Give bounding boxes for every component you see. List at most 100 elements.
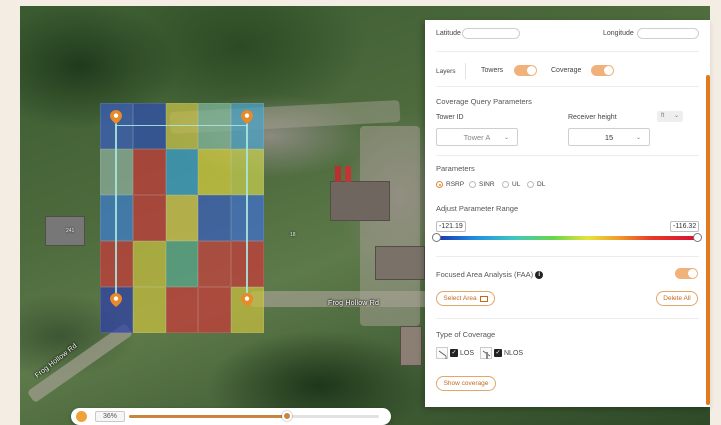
divider bbox=[436, 155, 699, 156]
longitude-label: Longitude bbox=[603, 30, 634, 37]
range-min-value[interactable]: -121.19 bbox=[436, 221, 466, 232]
app-stage: Frog Hollow Rd Frog Hollow Rd 241 18 36%… bbox=[0, 0, 721, 425]
opacity-slider-fill bbox=[129, 415, 287, 418]
coverage-toggle[interactable] bbox=[591, 65, 614, 76]
grid-cell[interactable] bbox=[198, 103, 232, 149]
nlos-label: NLOS bbox=[504, 349, 524, 357]
faa-toggle[interactable] bbox=[675, 268, 698, 279]
grid-cell[interactable] bbox=[165, 241, 199, 287]
grid-cell[interactable] bbox=[198, 149, 232, 195]
tower-pin-icon[interactable] bbox=[241, 110, 253, 124]
opacity-value[interactable]: 36% bbox=[95, 411, 125, 422]
opacity-control: 36% bbox=[71, 408, 391, 425]
radio-sinr-label: SINR bbox=[479, 181, 495, 188]
select-area-button[interactable]: Select Area bbox=[436, 291, 495, 306]
grid-cell[interactable] bbox=[198, 241, 232, 287]
receiver-height-select[interactable]: 15 ⌄ bbox=[568, 128, 650, 146]
range-max-knob[interactable] bbox=[693, 233, 702, 242]
grid-cell[interactable] bbox=[132, 149, 166, 195]
coverage-panel: Latitude Longitude Layers Towers Coverag… bbox=[425, 20, 710, 407]
grid-cell[interactable] bbox=[198, 195, 232, 241]
focus-boundary-right bbox=[246, 119, 248, 299]
parcel-label-2: 18 bbox=[290, 232, 296, 238]
grid-cell[interactable] bbox=[132, 103, 166, 149]
nlos-icon bbox=[480, 347, 492, 359]
tower-pin-icon[interactable] bbox=[241, 293, 253, 307]
divider bbox=[436, 51, 699, 52]
rectangle-icon bbox=[479, 295, 488, 302]
parcel-label: 241 bbox=[66, 228, 75, 234]
adjust-range-title: Adjust Parameter Range bbox=[436, 204, 519, 213]
grid-cell[interactable] bbox=[132, 287, 166, 333]
towers-label: Towers bbox=[481, 67, 504, 74]
focus-boundary-top bbox=[115, 125, 248, 126]
tower-pin-icon[interactable] bbox=[110, 110, 122, 124]
chevron-down-icon: ⌄ bbox=[673, 113, 679, 119]
select-area-label: Select Area bbox=[443, 295, 477, 302]
grid-cell[interactable] bbox=[165, 195, 199, 241]
range-min-knob[interactable] bbox=[432, 233, 441, 242]
nlos-option[interactable]: ✓ NLOS bbox=[480, 347, 523, 359]
red-vehicle bbox=[335, 166, 341, 182]
radio-ul-label: UL bbox=[512, 181, 521, 188]
shed-roof bbox=[45, 216, 85, 246]
panel-scrollbar[interactable] bbox=[706, 75, 710, 405]
range-max-value[interactable]: -116.32 bbox=[670, 221, 700, 232]
delete-all-button[interactable]: Delete All bbox=[656, 291, 698, 306]
tower-id-select[interactable]: Tower A ⌄ bbox=[436, 128, 518, 146]
grid-cell[interactable] bbox=[198, 287, 232, 333]
radio-rsrp[interactable] bbox=[436, 181, 443, 188]
coverage-grid[interactable] bbox=[100, 103, 264, 333]
latitude-input[interactable] bbox=[462, 28, 520, 39]
outbuilding bbox=[400, 326, 422, 366]
frog-hollow-road-west bbox=[26, 322, 134, 404]
radio-sinr[interactable] bbox=[469, 181, 476, 188]
red-vehicle-2 bbox=[345, 166, 351, 182]
layers-label: Layers bbox=[436, 68, 456, 75]
coverage-label: Coverage bbox=[551, 67, 582, 74]
info-icon[interactable]: i bbox=[535, 271, 544, 280]
focus-boundary-left bbox=[115, 119, 117, 299]
chevron-down-icon: ⌄ bbox=[635, 135, 641, 141]
tower-id-label: Tower ID bbox=[436, 114, 464, 121]
show-coverage-label: Show coverage bbox=[443, 380, 489, 387]
longitude-input[interactable] bbox=[637, 28, 699, 39]
divider bbox=[436, 86, 699, 87]
parameters-title: Parameters bbox=[436, 164, 475, 173]
opacity-slider-track[interactable] bbox=[129, 411, 379, 421]
divider bbox=[436, 318, 699, 319]
radio-ul[interactable] bbox=[502, 181, 509, 188]
towers-toggle[interactable] bbox=[514, 65, 537, 76]
receiver-height-label: Receiver height bbox=[568, 114, 617, 121]
faa-label: Focused Area Analysis (FAA) i bbox=[436, 270, 544, 280]
delete-all-label: Delete All bbox=[663, 295, 691, 302]
receiver-unit-value: ft bbox=[661, 113, 665, 119]
tower-pin-icon[interactable] bbox=[110, 293, 122, 307]
receiver-height-value: 15 bbox=[604, 132, 614, 142]
radio-rsrp-label: RSRP bbox=[446, 181, 465, 188]
faa-label-text: Focused Area Analysis (FAA) bbox=[436, 270, 534, 279]
type-coverage-title: Type of Coverage bbox=[436, 330, 496, 339]
road-label: Frog Hollow Rd bbox=[328, 300, 380, 307]
grid-cell[interactable] bbox=[165, 287, 199, 333]
receiver-unit-select[interactable]: ft ⌄ bbox=[657, 111, 683, 122]
los-option[interactable]: ✓ LOS bbox=[436, 347, 474, 359]
nlos-checkbox[interactable]: ✓ bbox=[494, 349, 502, 357]
query-title: Coverage Query Parameters bbox=[436, 97, 532, 106]
divider bbox=[436, 256, 699, 257]
grid-cell[interactable] bbox=[165, 149, 199, 195]
range-gradient-bar[interactable] bbox=[436, 236, 698, 240]
radio-dl[interactable] bbox=[527, 181, 534, 188]
tower-id-value: Tower A bbox=[463, 132, 491, 142]
grid-cell[interactable] bbox=[165, 103, 199, 149]
los-label: LOS bbox=[460, 349, 475, 357]
latitude-label: Latitude bbox=[436, 30, 461, 37]
opacity-slider-knob[interactable] bbox=[282, 411, 292, 421]
grid-cell[interactable] bbox=[132, 195, 166, 241]
house-roof-2 bbox=[375, 246, 425, 280]
house-roof bbox=[330, 181, 390, 221]
show-coverage-button[interactable]: Show coverage bbox=[436, 376, 496, 391]
grid-cell[interactable] bbox=[132, 241, 166, 287]
radio-dl-label: DL bbox=[537, 181, 546, 188]
los-checkbox[interactable]: ✓ bbox=[450, 349, 458, 357]
